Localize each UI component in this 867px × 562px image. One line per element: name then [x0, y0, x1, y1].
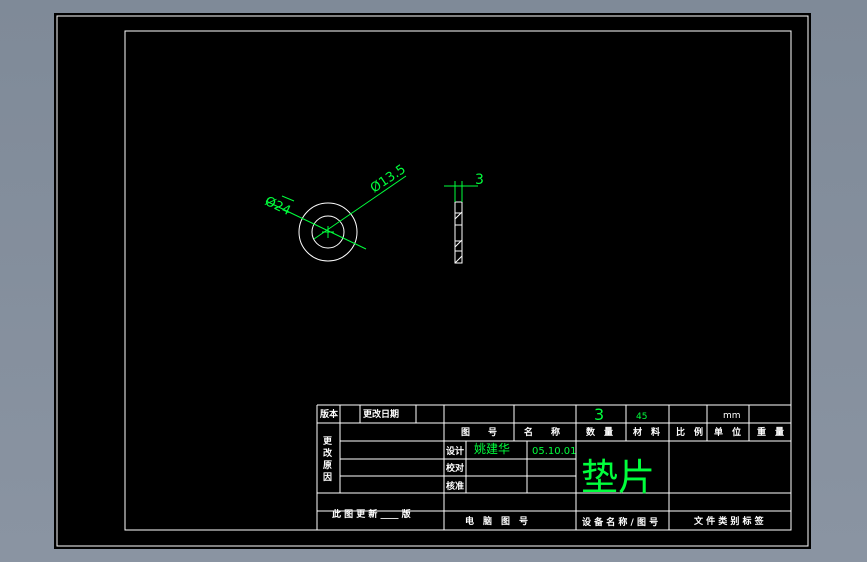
change-reason-char-1: 更 [323, 436, 333, 447]
design-label: 设计 [446, 445, 464, 457]
thickness-label: 3 [475, 172, 484, 188]
quantity-value: 3 [594, 405, 604, 424]
material-header: 材 料 [632, 426, 660, 438]
update-version-label: 此 图 更 新 ____ 版 [332, 508, 411, 520]
outer-diameter-label: Ø24 [262, 194, 293, 219]
version-label: 版本 [319, 408, 339, 420]
weight-header: 重 量 [757, 426, 784, 438]
check-label: 校对 [446, 462, 464, 474]
designer-name: 姚建华 [474, 442, 510, 456]
scale-header: 比 例 [676, 426, 703, 438]
outer-frame [56, 15, 809, 547]
change-date-label: 更改日期 [363, 408, 399, 420]
title-block: 版本 更改日期 更 改 原 因 此 图 更 新 ____ 版 图 号 名 称 3… [316, 404, 791, 530]
material-value: 45 [636, 412, 647, 422]
side-view: 3 [444, 172, 484, 264]
change-reason-char-3: 原 [323, 460, 332, 471]
part-name: 垫片 [581, 456, 655, 499]
name-header: 名 称 [524, 426, 560, 438]
drawing-sheet: Ø24 Ø13.5 3 版本 更改日期 更 改 原 因 此 图 更 新 ____… [54, 13, 811, 549]
hatch-3 [454, 255, 463, 264]
drawing-no-header: 图 号 [461, 427, 497, 438]
file-type-label: 文 件 类 别 标 签 [693, 515, 765, 527]
quantity-header: 数 量 [586, 426, 613, 438]
design-date: 05.10.01 [532, 446, 577, 457]
unit-value: mm [723, 411, 741, 421]
equipment-name-label: 设 备 名 称 / 图 号 [582, 516, 658, 528]
computer-drawing-no-label: 电 脑 图 号 [465, 515, 528, 527]
change-reason-char-2: 改 [323, 447, 333, 459]
front-view: Ø24 Ø13.5 [262, 162, 409, 262]
cad-drawing-canvas: Ø24 Ø13.5 3 版本 更改日期 更 改 原 因 此 图 更 新 ____… [56, 15, 809, 547]
change-reason-char-4: 因 [323, 472, 332, 483]
side-rect [454, 201, 463, 264]
approve-label: 核准 [446, 480, 464, 492]
inner-diameter-label: Ø13.5 [368, 162, 409, 196]
unit-header: 单 位 [714, 426, 741, 438]
